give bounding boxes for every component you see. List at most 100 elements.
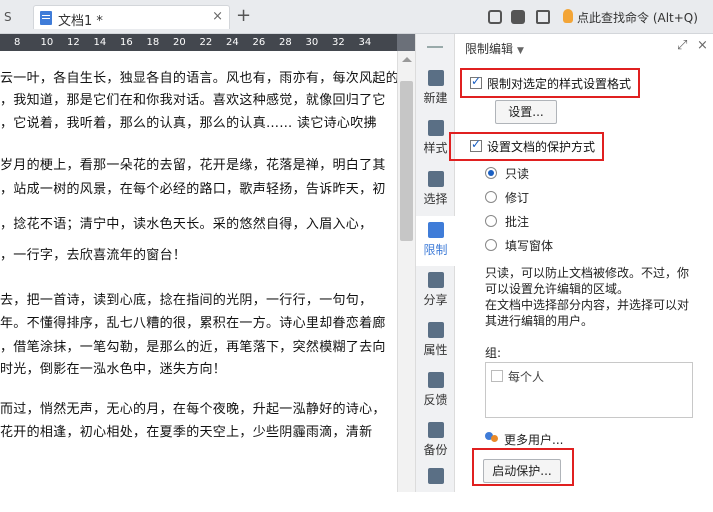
pin-icon[interactable]: ⤢ bbox=[677, 38, 687, 53]
radio-tracked-changes[interactable] bbox=[485, 191, 497, 203]
sidebar-item-share[interactable]: 分享 bbox=[416, 266, 455, 316]
users-icon bbox=[485, 432, 499, 444]
document-tab[interactable]: 文档1 * × bbox=[33, 5, 230, 29]
document-text-line: ，借笔涂抹，一笔勾勒，是那么的近，再笔落下，突然模糊了去向 bbox=[0, 340, 386, 355]
ruler-tick-label: 16 bbox=[120, 37, 133, 48]
ruler-tick-label: 34 bbox=[358, 37, 372, 48]
document-page[interactable]: 云一叶，各自生长，独显各自的语言。风也有，雨亦有，每次风起的 ，我知道，那是它们在… bbox=[0, 51, 397, 492]
save-icon[interactable] bbox=[511, 10, 525, 24]
sidebar-item-backup[interactable]: 备份 bbox=[416, 416, 455, 466]
sidebar-item-label: 备份 bbox=[423, 443, 448, 457]
radio-comments-label: 批注 bbox=[505, 215, 530, 229]
description-line: 其进行编辑的用户。 bbox=[485, 314, 594, 328]
sidebar-item-new[interactable]: 新建 bbox=[416, 64, 455, 114]
document-text-line: 云一叶，各自生长，独显各自的语言。风也有，雨亦有，每次风起的 bbox=[0, 71, 397, 86]
document-icon bbox=[40, 11, 52, 25]
document-text-line: ，我知道，那是它们在和你我对话。喜欢这种感觉，就像回归了它 bbox=[0, 93, 386, 108]
sidebar-item-more[interactable] bbox=[416, 462, 455, 512]
share-icon bbox=[427, 272, 444, 288]
history-icon[interactable] bbox=[488, 10, 502, 24]
document-text-line: 花开的相逢，初心相处，在夏季的天空上，少些阴霾雨滴，清新 bbox=[0, 425, 373, 440]
description-line: 可以设置允许编辑的区域。 bbox=[485, 282, 630, 296]
lightbulb-icon bbox=[563, 9, 573, 23]
group-label: 组: bbox=[485, 346, 502, 360]
ruler-tick-label: 28 bbox=[279, 37, 292, 48]
panel-title-label: 限制编辑 bbox=[465, 42, 514, 56]
sidebar-item-properties[interactable]: 属性 bbox=[416, 316, 455, 366]
restrict-format-checkbox[interactable] bbox=[470, 74, 482, 89]
group-list[interactable]: 每个人 bbox=[485, 362, 693, 418]
chevron-down-icon: ▼ bbox=[517, 46, 524, 56]
ruler-tick-label: 32 bbox=[332, 37, 345, 48]
add-tab-button[interactable]: + bbox=[236, 6, 251, 26]
ruler-tick-label: 12 bbox=[67, 37, 80, 48]
sidebar-item-label: 选择 bbox=[423, 192, 448, 206]
panel-title[interactable]: 限制编辑 ▼ bbox=[465, 40, 524, 57]
ruler-tick-label: 26 bbox=[252, 37, 266, 48]
settings-button[interactable]: 设置... bbox=[495, 100, 557, 124]
radio-tracked-changes-label: 修订 bbox=[505, 191, 530, 205]
start-protection-button[interactable]: 启动保护... bbox=[483, 459, 561, 483]
radio-read-only[interactable] bbox=[485, 167, 497, 179]
restrict-icon bbox=[427, 222, 444, 238]
scrollbar-thumb[interactable] bbox=[400, 81, 413, 241]
description-line: 在文档中选择部分内容，并选择可以对 bbox=[485, 298, 690, 312]
sidebar-item-label: 样式 bbox=[423, 141, 448, 155]
document-text-line: 去，把一首诗，读到心底，捻在指间的光阴，一行行，一句句， bbox=[0, 293, 373, 308]
sidebar-item-label: 新建 bbox=[423, 91, 448, 105]
document-text-line: ，捻花不语；清宁中，读水色天长。采的悠然自得，入眉入心， bbox=[0, 217, 373, 232]
sidebar-item-label: 限制 bbox=[423, 243, 448, 257]
more-users-label: 更多用户... bbox=[504, 433, 564, 447]
restrict-editing-panel: 限制编辑▼ ⤢ × 限制对选定的样式设置格式 设置... 设置文档的保护方式 只… bbox=[449, 34, 713, 492]
more-users-link[interactable]: 更多用户... bbox=[504, 431, 563, 448]
protect-document-label: 设置文档的保护方式 bbox=[487, 140, 596, 154]
document-text-line: 年。不懂得排序，乱七八糟的很，累积在一方。诗心里却眷恋着廊 bbox=[0, 316, 386, 331]
ruler-tick-label: 18 bbox=[146, 37, 160, 48]
ruler-tick-label: 8 bbox=[14, 37, 21, 48]
horizontal-ruler: 8 10 12 14 16 18 20 22 24 26 28 30 32 34 bbox=[0, 34, 397, 51]
title-bar: S 文档1 * × + 点此查找命令 (Alt+Q) bbox=[0, 0, 713, 34]
share-toolbar-icon[interactable] bbox=[536, 10, 550, 24]
style-icon bbox=[427, 120, 444, 136]
sidebar-item-label: 分享 bbox=[423, 293, 448, 307]
protection-description: 只读，可以防止文档被修改。不过，你 可以设置允许编辑的区域。 在文档中选择部分内… bbox=[485, 265, 705, 329]
radio-fill-forms[interactable] bbox=[485, 239, 497, 251]
task-pane-sidebar: 新建样式选择限制分享属性 反馈备份 bbox=[415, 34, 455, 492]
ruler-tick-label: 10 bbox=[40, 37, 54, 48]
radio-read-only-label: 只读 bbox=[505, 167, 530, 181]
sidebar-grip bbox=[427, 46, 443, 48]
vertical-scrollbar[interactable] bbox=[397, 51, 415, 492]
previous-tab[interactable]: S bbox=[0, 6, 30, 28]
description-line: 只读，可以防止文档被修改。不过，你 bbox=[485, 266, 690, 280]
ruler-tick-label: 20 bbox=[173, 37, 186, 48]
ruler-tick-label: 14 bbox=[93, 37, 107, 48]
sidebar-item-select[interactable]: 选择 bbox=[416, 165, 455, 215]
document-text-line: 而过，悄然无声，无心的月，在每个夜晚，升起一泓静好的诗心， bbox=[0, 402, 386, 417]
scroll-up-arrow-icon[interactable] bbox=[402, 57, 412, 62]
document-text-line: 岁月的梗上，看那一朵花的去留，花开是缘，花落是禅，明白了其 bbox=[0, 158, 386, 173]
ruler-tick-label: 22 bbox=[199, 37, 213, 48]
backup-icon bbox=[427, 422, 444, 438]
ruler-toggle-button[interactable] bbox=[397, 34, 415, 51]
close-panel-icon[interactable]: × bbox=[697, 38, 708, 53]
document-text-line: ，站成一树的风景，在每个必经的路口，歌声轻扬，告诉昨天，初 bbox=[0, 182, 386, 197]
protect-document-checkbox[interactable] bbox=[470, 137, 482, 152]
ruler-tick-label: 24 bbox=[226, 37, 239, 48]
feedback-icon bbox=[427, 372, 444, 388]
document-tab-label: 文档1 * bbox=[58, 14, 103, 29]
radio-comments[interactable] bbox=[485, 215, 497, 227]
restrict-format-label: 限制对选定的样式设置格式 bbox=[487, 77, 632, 91]
document-text-line: 时光，倒影在一泓水色中，迷失方向！ bbox=[0, 362, 227, 377]
command-search[interactable]: 点此查找命令 (Alt+Q) bbox=[577, 9, 698, 26]
everyone-checkbox[interactable] bbox=[491, 370, 503, 382]
document-text-line: ，一行字，去欣喜流年的窗台！ bbox=[0, 248, 187, 263]
document-text-line: ，它说着，我听着，那么的认真，那么的认真…… 读它诗心吹拂 bbox=[0, 116, 377, 131]
select-icon bbox=[427, 171, 444, 187]
properties-icon bbox=[427, 322, 444, 338]
sidebar-item-restrict[interactable]: 限制 bbox=[416, 216, 455, 266]
radio-fill-forms-label: 填写窗体 bbox=[505, 239, 554, 253]
more-icon bbox=[427, 468, 444, 484]
sidebar-item-feedback[interactable]: 反馈 bbox=[416, 366, 455, 416]
ruler-tick-label: 30 bbox=[305, 37, 319, 48]
close-tab-icon[interactable]: × bbox=[212, 9, 223, 24]
